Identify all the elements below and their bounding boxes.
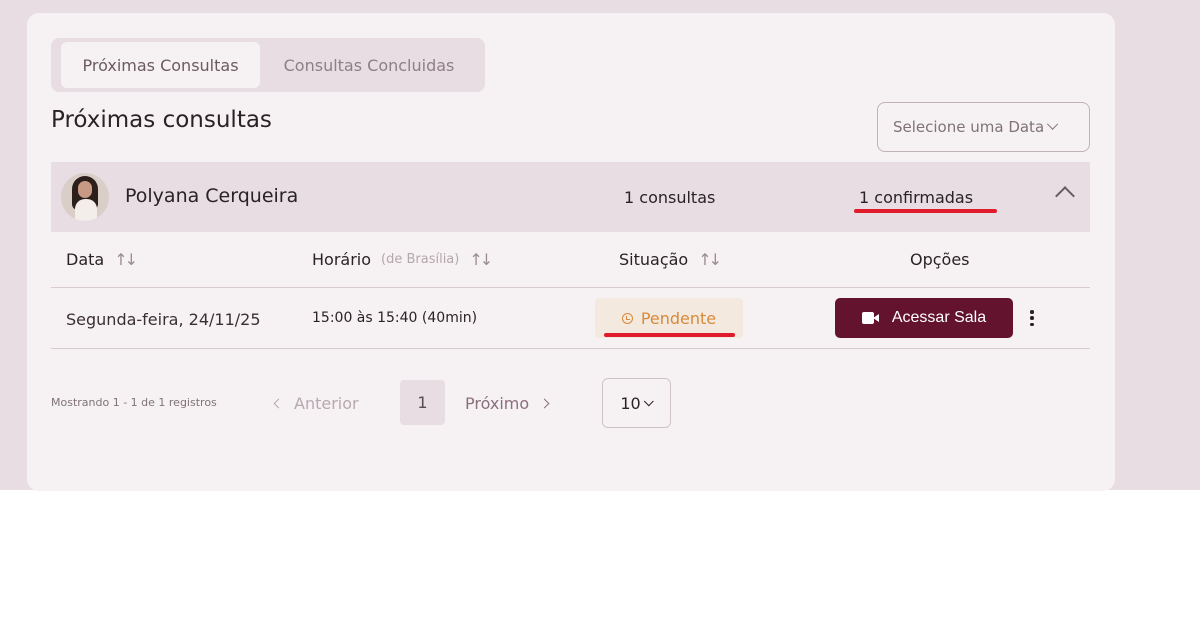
- column-header-status[interactable]: Situação ↑↓: [619, 250, 722, 269]
- column-header-time-label: Horário: [312, 250, 372, 269]
- per-page-value: 10: [620, 393, 641, 413]
- access-room-button[interactable]: Acessar Sala: [835, 298, 1013, 338]
- pagination-next-label: Próximo: [465, 394, 530, 413]
- page-title: Próximas consultas: [51, 107, 272, 133]
- date-filter-placeholder: Selecione uma Data: [893, 118, 1045, 136]
- patient-name: Polyana Cerqueira: [125, 185, 299, 207]
- column-header-date[interactable]: Data ↑↓: [66, 250, 138, 269]
- video-camera-icon: [861, 311, 880, 325]
- annotation-underline-confirmed: [854, 209, 997, 213]
- annotation-underline-status: [604, 333, 735, 337]
- records-summary: Mostrando 1 - 1 de 1 registros: [51, 396, 217, 409]
- column-header-date-label: Data: [66, 250, 105, 269]
- row-date: Segunda-feira, 24/11/25: [66, 310, 261, 329]
- column-header-options-label: Opções: [910, 250, 970, 269]
- access-room-label: Acessar Sala: [891, 309, 987, 326]
- pagination-page-current[interactable]: 1: [400, 380, 445, 425]
- consultations-card: Próximas Consultas Consultas Concluidas …: [27, 13, 1115, 491]
- column-header-status-label: Situação: [619, 250, 689, 269]
- clock-icon: [621, 312, 633, 324]
- patient-group-header: Polyana Cerqueira 1 consultas 1 confirma…: [51, 162, 1090, 232]
- consult-count: 1 consultas: [624, 188, 716, 207]
- status-label: Pendente: [640, 308, 717, 328]
- pagination-previous[interactable]: Anterior: [273, 394, 359, 413]
- chevron-down-icon: [643, 395, 654, 406]
- pagination-previous-label: Anterior: [294, 394, 359, 413]
- avatar: [61, 173, 109, 221]
- tab-upcoming-consultations[interactable]: Próximas Consultas: [61, 42, 260, 88]
- chevron-up-icon[interactable]: [1055, 186, 1075, 206]
- sort-arrows-icon: ↑↓: [469, 250, 493, 269]
- table-row: Segunda-feira, 24/11/25 15:00 às 15:40 (…: [51, 288, 1090, 349]
- more-vertical-icon[interactable]: [1026, 306, 1038, 330]
- tab-bar: Próximas Consultas Consultas Concluidas: [51, 38, 485, 92]
- chevron-right-icon: [539, 398, 550, 409]
- table-header: Data ↑↓ Horário (de Brasília) ↑↓ Situaçã…: [51, 232, 1090, 288]
- sort-arrows-icon: ↑↓: [114, 250, 138, 269]
- sort-arrows-icon: ↑↓: [698, 250, 722, 269]
- column-header-time-sub: (de Brasília): [381, 252, 460, 267]
- row-time: 15:00 às 15:40 (40min): [312, 310, 478, 326]
- column-header-time[interactable]: Horário (de Brasília) ↑↓: [312, 250, 493, 269]
- tab-completed-consultations[interactable]: Consultas Concluidas: [264, 42, 474, 88]
- per-page-select[interactable]: 10: [602, 378, 671, 428]
- status-badge: Pendente: [595, 298, 743, 338]
- confirmed-count: 1 confirmadas: [859, 188, 974, 207]
- column-header-options: Opções: [910, 250, 970, 269]
- chevron-left-icon: [273, 398, 284, 409]
- pagination-next[interactable]: Próximo: [465, 394, 550, 413]
- chevron-down-icon: [1047, 118, 1059, 130]
- date-filter-select[interactable]: Selecione uma Data: [877, 102, 1090, 152]
